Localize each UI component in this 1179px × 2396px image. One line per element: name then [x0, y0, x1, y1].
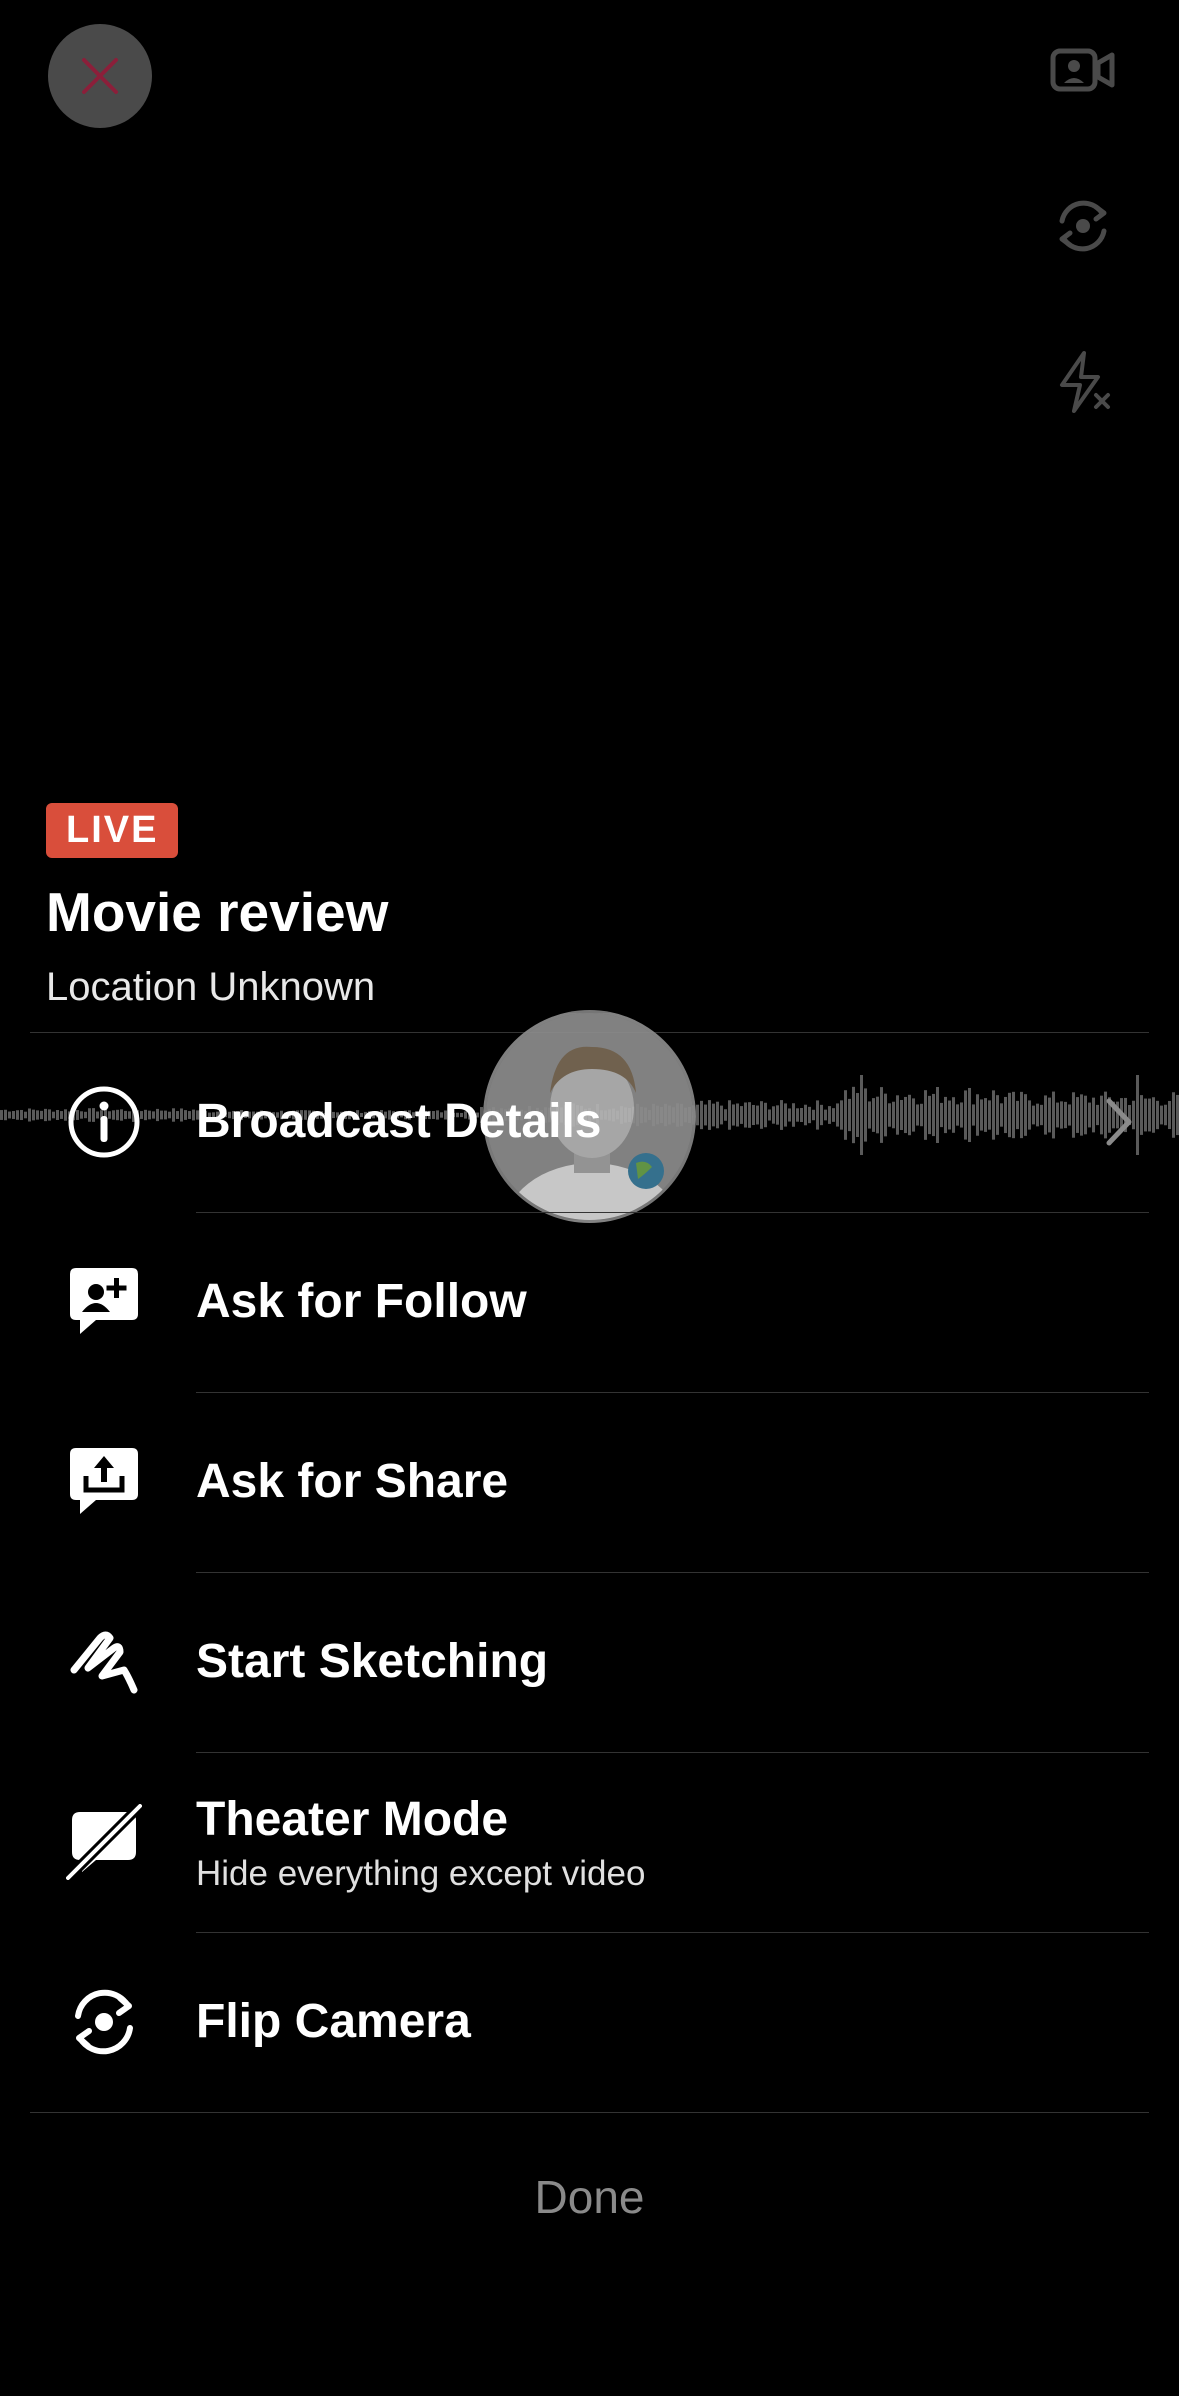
menu-item-label: Broadcast Details: [196, 1095, 602, 1148]
menu-item-label: Ask for Follow: [196, 1275, 527, 1328]
theater-mode-icon: [64, 1802, 144, 1882]
live-badge: LIVE: [46, 803, 179, 858]
location-label: Location Unknown: [46, 965, 376, 1009]
flip-camera-button[interactable]: [1047, 190, 1119, 262]
menu-item-ask-follow[interactable]: Ask for Follow: [0, 1212, 1179, 1392]
video-camera-button[interactable]: [1047, 34, 1119, 106]
menu-item-broadcast-details[interactable]: Broadcast Details: [0, 1032, 1179, 1212]
menu-item-label: Flip Camera: [196, 1995, 471, 2048]
menu-item-flip-camera[interactable]: Flip Camera: [0, 1932, 1179, 2112]
menu-item-sublabel: Hide everything except video: [196, 1854, 646, 1893]
done-button[interactable]: Done: [0, 2170, 1179, 2224]
menu-item-label: Ask for Share: [196, 1455, 509, 1508]
menu-item-label: Start Sketching: [196, 1635, 549, 1688]
close-button[interactable]: [48, 24, 152, 128]
flip-camera-icon: [64, 1982, 144, 2062]
video-camera-icon: [1050, 48, 1115, 92]
close-icon: [82, 58, 118, 94]
chevron-right-icon: [1099, 1092, 1139, 1152]
menu-item-label: Theater Mode: [196, 1793, 509, 1846]
menu-item-theater-mode[interactable]: Theater Mode Hide everything except vide…: [0, 1752, 1179, 1932]
broadcast-title: Movie review: [46, 881, 389, 943]
live-broadcast-screen: LIVE Movie review Location Unknown Broad…: [0, 0, 1179, 2396]
ask-follow-icon: [64, 1262, 144, 1342]
sketch-icon: [64, 1622, 144, 1702]
ask-share-icon: [64, 1442, 144, 1522]
menu-item-ask-share[interactable]: Ask for Share: [0, 1392, 1179, 1572]
menu-item-start-sketching[interactable]: Start Sketching: [0, 1572, 1179, 1752]
info-icon: [64, 1082, 144, 1162]
flash-off-icon: [1060, 351, 1110, 413]
menu-bottom-divider: [30, 2112, 1149, 2113]
flip-camera-icon: [1059, 200, 1107, 252]
flash-button[interactable]: [1047, 346, 1119, 418]
